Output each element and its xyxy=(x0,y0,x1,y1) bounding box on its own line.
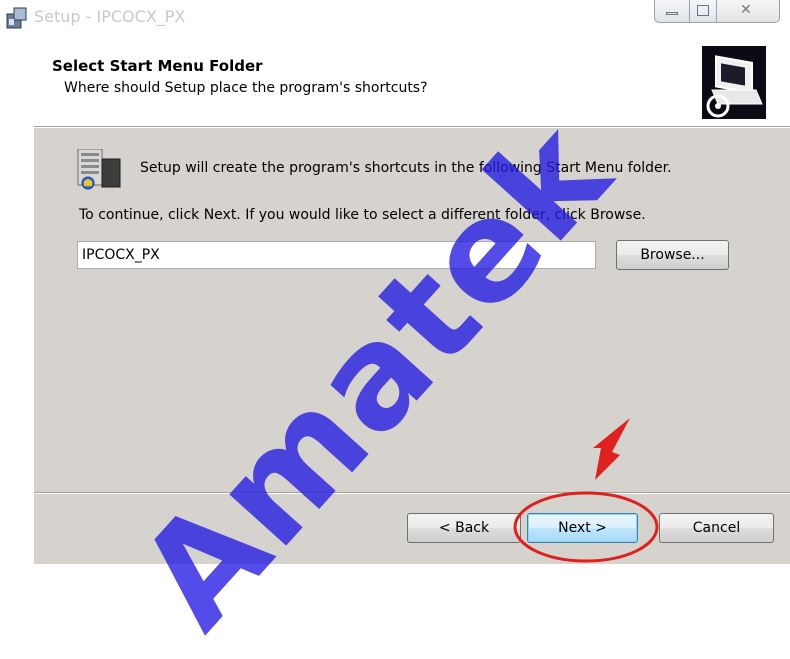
continue-instructions: To continue, click Next. If you would li… xyxy=(79,207,646,223)
watermark-text: Amatek xyxy=(108,92,642,659)
setup-window: Setup - IPCOCX_PX ✕ Select Start Menu Fo… xyxy=(0,0,790,659)
left-border xyxy=(0,34,34,564)
next-button[interactable]: Next > xyxy=(527,513,638,543)
maximize-button[interactable] xyxy=(689,0,717,23)
header-separator xyxy=(34,126,790,128)
window-controls: ✕ xyxy=(654,0,780,24)
minimize-icon xyxy=(666,12,678,15)
close-button[interactable]: ✕ xyxy=(716,0,780,23)
page-title: Select Start Menu Folder xyxy=(52,57,263,75)
start-menu-folder-input[interactable] xyxy=(77,241,596,269)
start-menu-folder-icon xyxy=(77,149,121,190)
setup-app-icon xyxy=(6,7,27,29)
back-button[interactable]: < Back xyxy=(407,513,521,543)
info-text: Setup will create the program's shortcut… xyxy=(140,160,672,176)
title-bar: Setup - IPCOCX_PX ✕ xyxy=(0,0,790,34)
wizard-header: Select Start Menu Folder Where should Se… xyxy=(34,34,790,126)
maximize-icon xyxy=(697,5,709,16)
red-arrow-icon xyxy=(593,418,630,480)
page-subtitle: Where should Setup place the program's s… xyxy=(64,80,428,96)
minimize-button[interactable] xyxy=(654,0,690,23)
browse-button[interactable]: Browse... xyxy=(616,240,729,270)
close-icon: ✕ xyxy=(740,2,752,18)
window-title: Setup - IPCOCX_PX xyxy=(34,7,186,26)
computer-install-icon xyxy=(702,46,766,119)
cancel-button[interactable]: Cancel xyxy=(659,513,774,543)
footer-separator xyxy=(34,492,790,494)
